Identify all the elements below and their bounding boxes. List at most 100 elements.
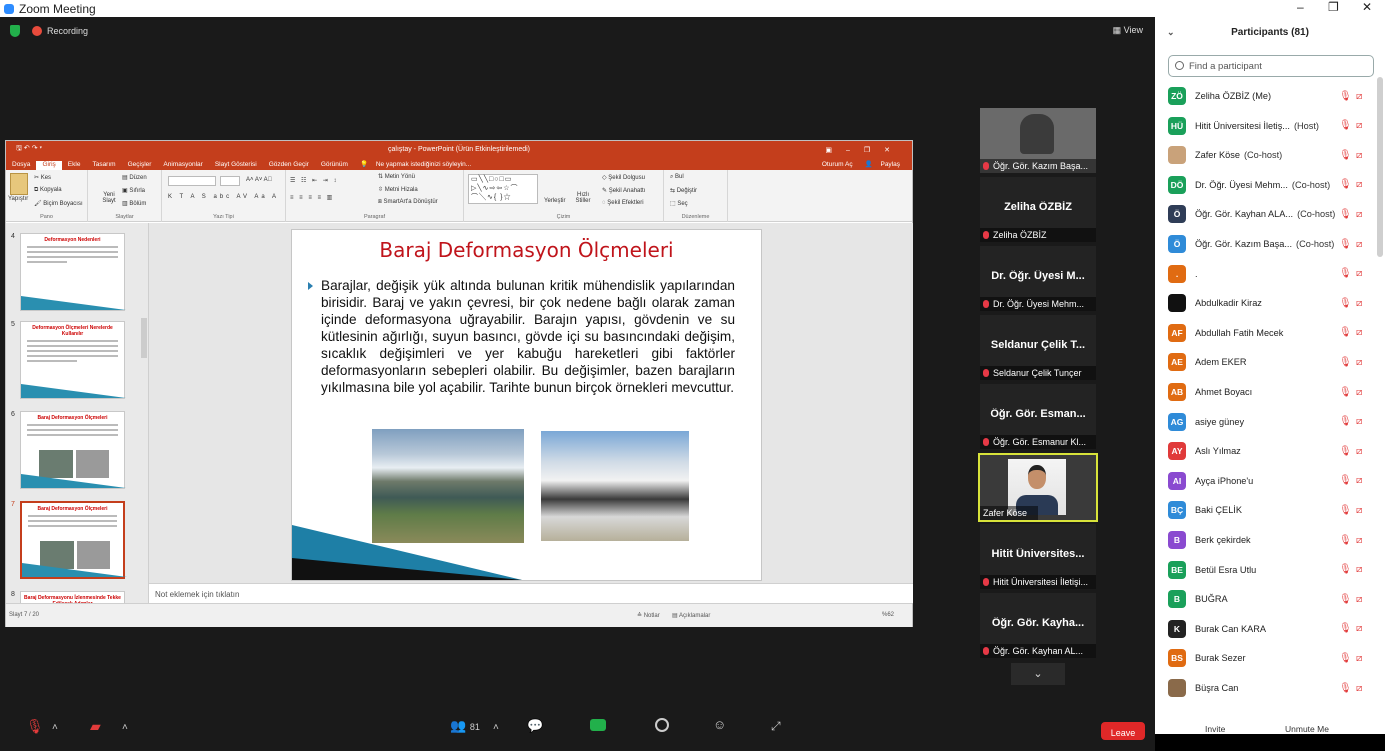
audio-options-chevron-icon[interactable]: ˄ (52, 722, 58, 733)
tab-gorunum[interactable]: Görünüm (315, 161, 354, 170)
participant-row[interactable]: AY Aslı Yılmaz 🎙 ⧄ (1155, 438, 1377, 464)
participant-row[interactable]: Zafer Köse (Co-host) 🎙 ⧄ (1155, 142, 1377, 168)
list-buttons[interactable]: ☰ ☷ ⇤ ⇥ ↕ (290, 177, 338, 184)
participant-row[interactable]: K Burak Can KARA 🎙 ⧄ (1155, 616, 1377, 642)
recording-indicator[interactable]: Recording (32, 26, 88, 36)
notes-pane[interactable]: Not eklemek için tıklatın (149, 583, 913, 603)
align-text-button[interactable]: ⇳ Metni Hizala (378, 186, 418, 193)
select-button[interactable]: ⬚ Seç (670, 200, 688, 207)
participant-row[interactable]: AE Adem EKER 🎙 ⧄ (1155, 349, 1377, 375)
align-buttons[interactable]: ≡ ≡ ≡ ≡ ▥ (290, 194, 334, 201)
video-tile[interactable]: Zeliha ÖZBİZ Zeliha ÖZBİZ (980, 177, 1096, 242)
video-tile-active-speaker[interactable]: Zafer Köse (978, 453, 1098, 522)
reactions-icon[interactable]: ☺ (713, 717, 726, 732)
find-button[interactable]: ⌕ Bul (670, 174, 684, 181)
section-button[interactable]: ▥ Bölüm (122, 200, 146, 207)
close-icon[interactable]: ✕ (1362, 0, 1372, 14)
font-size-grow-icon[interactable]: A˄ A˅ A⃠ (246, 177, 272, 183)
zoom-level[interactable]: %62 (882, 612, 894, 618)
text-direction-button[interactable]: ⇅ Metin Yönü (378, 173, 415, 180)
quick-styles-button[interactable]: Hızlı Stiller (572, 192, 594, 204)
share-screen-icon[interactable] (590, 719, 606, 731)
video-tile[interactable]: Hitit Üniversites... Hitit Üniversitesi … (980, 524, 1096, 589)
participant-row[interactable]: Abdulkadir Kiraz 🎙 ⧄ (1155, 290, 1377, 316)
tab-gecisler[interactable]: Geçişler (122, 161, 158, 170)
slide-thumbnail[interactable]: Deformasyon Nedenleri (20, 233, 126, 311)
notes-toggle[interactable]: ≙ Notlar (637, 612, 660, 619)
font-format-buttons[interactable]: K T A S abc AV Aa A (168, 194, 279, 200)
tab-animasyonlar[interactable]: Animasyonlar (157, 161, 208, 170)
slide-thumbnail-selected[interactable]: Baraj Deformasyon Ölçmeleri (20, 501, 127, 579)
participant-row[interactable]: Büşra Can 🎙 ⧄ (1155, 675, 1377, 701)
invite-button[interactable]: Invite (1205, 724, 1225, 734)
video-tile[interactable]: Öğr. Gör. Kayha... Öğr. Gör. Kayhan AL..… (980, 593, 1096, 658)
font-name-box[interactable] (168, 176, 216, 186)
tab-tasarim[interactable]: Tasarım (86, 161, 121, 170)
tab-ekle[interactable]: Ekle (62, 161, 87, 170)
tab-slayt-gosterisi[interactable]: Slayt Gösterisi (209, 161, 263, 170)
format-painter-button[interactable]: 🖌 Biçim Boyacısı (34, 200, 83, 207)
tab-dosya[interactable]: Dosya (6, 161, 36, 170)
shapes-gallery[interactable]: ▭╲╲□○□▭ ▷╲∿⇨⇦☆⌒ ⌒╲∿{ }☆ (468, 174, 538, 204)
share-button[interactable]: 👤 Paylaş (859, 160, 912, 170)
participant-row[interactable]: BÇ Baki ÇELİK 🎙 ⧄ (1155, 497, 1377, 523)
cut-button[interactable]: ✂ Kes (34, 174, 51, 181)
leave-button[interactable]: Leave (1101, 722, 1145, 740)
view-button[interactable]: ▦ View (1113, 25, 1143, 36)
paste-button[interactable]: Yapıştır (8, 196, 28, 202)
reset-button[interactable]: ▣ Sıfırla (122, 187, 145, 194)
participant-search-input[interactable]: Find a participant (1168, 55, 1374, 77)
shape-fill-button[interactable]: ◇ Şekil Dolgusu (602, 174, 645, 181)
participant-row[interactable]: AG asiye güney 🎙 ⧄ (1155, 409, 1377, 435)
comments-toggle[interactable]: ▤ Açıklamalar (672, 612, 710, 619)
arrange-button[interactable]: Yerleştir (544, 198, 565, 204)
video-tile[interactable]: Öğr. Gör. Kazım Başa... (980, 108, 1096, 173)
slide-editor[interactable]: Baraj Deformasyon Ölçmeleri Barajlar, de… (149, 223, 913, 583)
participant-row[interactable]: AB Ahmet Boyacı 🎙 ⧄ (1155, 379, 1377, 405)
ppt-window-controls[interactable]: ▣–❐✕ (825, 146, 904, 154)
collapse-chevron-icon[interactable]: ⌄ (1167, 27, 1175, 38)
participants-scrollbar[interactable] (1377, 77, 1383, 257)
font-size-box[interactable] (220, 176, 240, 186)
slide-thumbnail[interactable]: Deformasyon Ölçmeleri Nerelerde Kullanıl… (20, 321, 126, 399)
participant-row[interactable]: BS Burak Sezer 🎙 ⧄ (1155, 645, 1377, 671)
participant-row[interactable]: Ö Öğr. Gör. Kayhan ALA... (Co-host) 🎙 ⧄ (1155, 201, 1377, 227)
replace-button[interactable]: ⇆ Değiştir (670, 187, 697, 194)
participant-row[interactable]: .. 🎙 ⧄ (1155, 261, 1377, 287)
minimize-icon[interactable]: – (1297, 0, 1304, 14)
participant-row[interactable]: HÜ Hitit Üniversitesi İletiş... (Host) 🎙 ⧄ (1155, 113, 1377, 139)
new-slide-button[interactable]: Yeni Slayt (98, 192, 120, 204)
slide-thumbnail[interactable]: Baraj Deformasyonu İzlenmesinde Tekke Ed… (20, 591, 125, 603)
participant-row[interactable]: B Berk çekirdek 🎙 ⧄ (1155, 527, 1377, 553)
participants-list[interactable]: ZÖ Zeliha ÖZBİZ (Me) 🎙 ⧄ HÜ Hitit Üniversites… (1155, 83, 1377, 703)
chat-icon[interactable]: 💬 (527, 718, 543, 734)
sign-in-link[interactable]: Oturum Aç (816, 161, 859, 170)
participant-row[interactable]: ZÖ Zeliha ÖZBİZ (Me) 🎙 ⧄ (1155, 83, 1377, 109)
video-options-chevron-icon[interactable]: ˄ (122, 722, 128, 733)
video-tile[interactable]: Dr. Öğr. Üyesi M... Dr. Öğr. Üyesi Mehm.… (980, 246, 1096, 311)
tab-gozden-gecir[interactable]: Gözden Geçir (263, 161, 315, 170)
participant-row[interactable]: Ö Öğr. Gör. Kazım Başa... (Co-host) 🎙 ⧄ (1155, 231, 1377, 257)
unmute-me-button[interactable]: Unmute Me (1285, 724, 1329, 734)
copy-button[interactable]: ⧉ Kopyala (34, 187, 62, 194)
layout-button[interactable]: ▤ Düzen (122, 174, 147, 181)
smartart-button[interactable]: ⧈ SmartArt'a Dönüştür (378, 199, 438, 206)
shape-outline-button[interactable]: ✎ Şekil Anahattı (602, 187, 645, 194)
participant-row[interactable]: DÖ Dr. Öğr. Üyesi Mehm... (Co-host) 🎙 ⧄ (1155, 172, 1377, 198)
participants-icon[interactable]: 👥 81 (450, 718, 480, 734)
slide-thumbnails-pane[interactable]: 4 Deformasyon Nedenleri 5 Deformasyon Öl… (6, 223, 149, 603)
encryption-shield-icon[interactable] (10, 25, 20, 37)
apps-icon[interactable]: ⤢ (771, 719, 781, 734)
slide-thumbnail[interactable]: Baraj Deformasyon Ölçmeleri (20, 411, 126, 489)
tell-me-search[interactable]: 💡 Ne yapmak istediğinizi söyleyin... (354, 160, 483, 170)
video-tile[interactable]: Öğr. Gör. Esman... Öğr. Gör. Esmanur Kl.… (980, 384, 1096, 449)
stop-video-icon[interactable]: ▰ (90, 718, 101, 735)
participants-chevron-icon[interactable]: ˄ (493, 722, 499, 733)
gallery-next-page-button[interactable]: ⌄ (1011, 663, 1065, 685)
mute-mic-icon[interactable]: 🎙 (26, 718, 44, 735)
current-slide[interactable]: Baraj Deformasyon Ölçmeleri Barajlar, de… (291, 229, 762, 581)
shape-effects-button[interactable]: ◌ Şekil Efektleri (602, 200, 644, 206)
participant-row[interactable]: B BUĞRA 🎙 ⧄ (1155, 586, 1377, 612)
shared-screen-powerpoint[interactable]: 🖫 ↶ ↷ ▾ çalıştay - PowerPoint (Ürün Etki… (5, 140, 913, 627)
thumbnails-scrollbar[interactable] (141, 318, 147, 358)
